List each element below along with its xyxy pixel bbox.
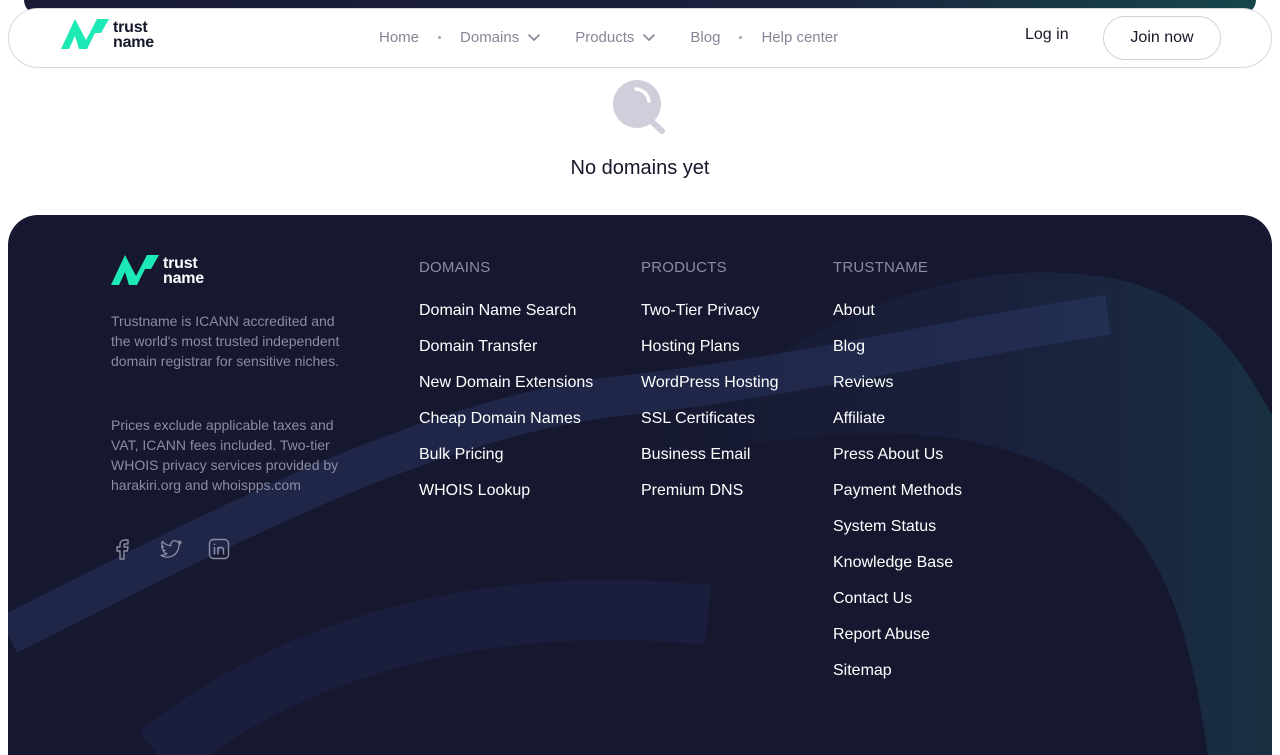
footer-link[interactable]: Domain Name Search	[419, 301, 593, 337]
nav-separator-dot	[438, 35, 442, 39]
footer-link[interactable]: WHOIS Lookup	[419, 481, 593, 517]
footer-link[interactable]: Knowledge Base	[833, 553, 962, 589]
footer-column-trustname: TRUSTNAME About Blog Reviews Affiliate P…	[833, 259, 962, 697]
footer-link[interactable]: Sitemap	[833, 661, 962, 697]
nav-help-center[interactable]: Help center	[761, 29, 838, 46]
footer-link[interactable]: Two-Tier Privacy	[641, 301, 779, 337]
nav-products[interactable]: Products	[575, 28, 658, 46]
footer-description: Trustname is ICANN accredited and the wo…	[111, 313, 340, 369]
footer-link[interactable]: Affiliate	[833, 409, 962, 445]
footer-link[interactable]: Bulk Pricing	[419, 445, 593, 481]
footer-link[interactable]: System Status	[833, 517, 962, 553]
footer-prices-note: Prices exclude applicable taxes and VAT,…	[111, 417, 339, 493]
brand-logo-mark	[61, 19, 109, 49]
twitter-icon[interactable]	[159, 537, 183, 561]
site-footer: trust name Trustname is ICANN accredited…	[8, 215, 1272, 755]
top-navbar: trust name Home Domains Products Blog He…	[8, 8, 1272, 68]
footer-link[interactable]: Report Abuse	[833, 625, 962, 661]
nav-domains[interactable]: Domains	[460, 28, 543, 46]
footer-brand-logo[interactable]: trust name	[111, 254, 204, 288]
login-link[interactable]: Log in	[1025, 26, 1069, 44]
footer-link[interactable]: About	[833, 301, 962, 337]
footer-link[interactable]: New Domain Extensions	[419, 373, 593, 409]
footer-link[interactable]: Domain Transfer	[419, 337, 593, 373]
column-title: TRUSTNAME	[833, 259, 929, 276]
footer-link[interactable]: Cheap Domain Names	[419, 409, 593, 445]
linkedin-icon[interactable]	[207, 537, 231, 561]
main-nav: Home Domains Products Blog Help center	[379, 9, 838, 65]
nav-home[interactable]: Home	[379, 29, 419, 46]
brand-logo-mark	[111, 255, 159, 285]
footer-column-domains: DOMAINS Domain Name Search Domain Transf…	[419, 259, 593, 517]
footer-link[interactable]: Blog	[833, 337, 962, 373]
footer-column-products: PRODUCTS Two-Tier Privacy Hosting Plans …	[641, 259, 779, 517]
facebook-icon[interactable]	[111, 537, 135, 561]
column-title: DOMAINS	[419, 259, 491, 276]
footer-link[interactable]: WordPress Hosting	[641, 373, 779, 409]
brand-logo[interactable]: trust name	[61, 18, 154, 52]
footer-link[interactable]: Press About Us	[833, 445, 962, 481]
brand-logo-text: trust name	[113, 19, 154, 51]
nav-blog[interactable]: Blog	[690, 29, 720, 46]
chevron-down-icon	[528, 34, 541, 41]
chevron-down-icon	[643, 34, 656, 41]
column-title: PRODUCTS	[641, 259, 727, 276]
empty-state-message: No domains yet	[570, 157, 710, 179]
brand-logo-text: trust name	[163, 255, 204, 287]
footer-link[interactable]: Business Email	[641, 445, 779, 481]
social-links	[111, 537, 231, 561]
footer-link[interactable]: SSL Certificates	[641, 409, 779, 445]
footer-link[interactable]: Hosting Plans	[641, 337, 779, 373]
footer-link[interactable]: Premium DNS	[641, 481, 779, 517]
footer-link[interactable]: Reviews	[833, 373, 962, 409]
search-icon	[613, 80, 665, 134]
footer-link[interactable]: Payment Methods	[833, 481, 962, 517]
join-now-button[interactable]: Join now	[1103, 16, 1221, 60]
footer-link[interactable]: Contact Us	[833, 589, 962, 625]
nav-separator-dot	[739, 35, 743, 39]
